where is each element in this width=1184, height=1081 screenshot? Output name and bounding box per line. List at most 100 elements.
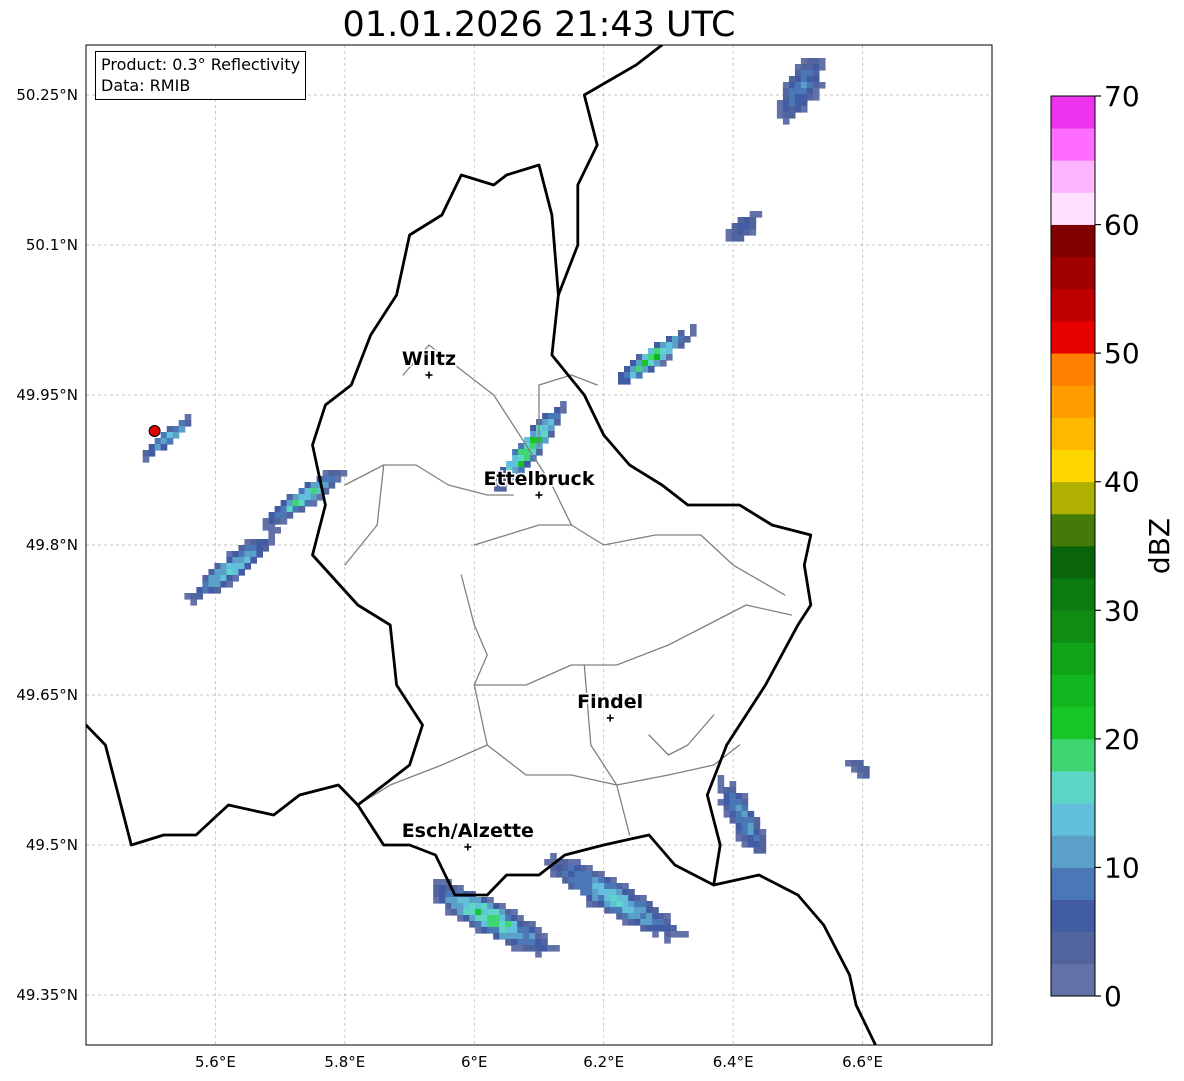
lat-tick-label: 49.8°N bbox=[26, 536, 78, 554]
echo-cell bbox=[759, 841, 767, 848]
echo-cell bbox=[286, 512, 294, 519]
colorbar-segment bbox=[1051, 610, 1095, 643]
echo-cell bbox=[574, 883, 581, 890]
echo-cell bbox=[646, 925, 653, 932]
echo-cell bbox=[262, 524, 270, 531]
echo-cell bbox=[604, 877, 611, 884]
echo-cell bbox=[634, 895, 641, 902]
echo-cell bbox=[322, 482, 330, 489]
echo-cell bbox=[788, 100, 796, 107]
echo-cell bbox=[735, 805, 743, 812]
echo-cell bbox=[154, 444, 162, 451]
echo-cell bbox=[598, 895, 605, 902]
echo-cell bbox=[268, 524, 276, 531]
echo-cell bbox=[741, 793, 749, 800]
echo-cell bbox=[451, 897, 458, 904]
echo-cell bbox=[664, 913, 671, 920]
echo-cell bbox=[556, 871, 563, 878]
echo-cell bbox=[598, 883, 605, 890]
echo-cell bbox=[517, 927, 524, 934]
colorbar-segment bbox=[1051, 481, 1095, 515]
echo-cell bbox=[512, 461, 519, 468]
colorbar-tick-label: 50 bbox=[1104, 337, 1140, 370]
echo-cell bbox=[475, 915, 482, 922]
echo-cell bbox=[226, 581, 233, 588]
echo-cell bbox=[292, 500, 300, 507]
product-label: Product: 0.3° Reflectivity bbox=[101, 55, 301, 74]
echo-cell bbox=[634, 913, 641, 920]
echo-cell bbox=[660, 360, 667, 367]
echo-cell bbox=[523, 939, 530, 946]
echo-cell bbox=[743, 223, 751, 230]
echo-cell bbox=[598, 877, 605, 884]
echo-cell bbox=[487, 927, 494, 934]
echo-cell bbox=[660, 354, 667, 361]
echo-cell bbox=[812, 70, 820, 77]
echo-cell bbox=[214, 575, 221, 582]
echo-cell bbox=[622, 919, 629, 926]
echo-cell bbox=[604, 901, 611, 908]
echo-cell bbox=[652, 907, 659, 914]
colorbar: 0 10 20 30 40 50 60 70 dBZ bbox=[1050, 80, 1176, 1013]
colorbar-segment bbox=[1051, 642, 1095, 675]
echo-cell bbox=[741, 829, 749, 836]
echo-cell bbox=[463, 897, 470, 904]
echo-cell bbox=[328, 470, 336, 477]
echo-cell bbox=[268, 539, 275, 546]
echo-cell bbox=[562, 859, 569, 866]
echo-cell bbox=[806, 88, 814, 95]
echo-cell bbox=[735, 799, 743, 806]
echo-cell bbox=[160, 432, 168, 439]
map-area[interactable]: Wiltz Ettelbruck Findel Esch/Alzette bbox=[86, 45, 992, 1045]
echo-cell bbox=[256, 545, 263, 552]
echo-cell bbox=[684, 336, 691, 343]
echo-cell bbox=[616, 907, 623, 914]
echo-cell bbox=[794, 64, 802, 71]
echo-cell bbox=[244, 539, 251, 546]
echo-cell bbox=[616, 889, 623, 896]
echo-cell bbox=[630, 372, 637, 379]
echo-cell bbox=[286, 500, 294, 507]
echo-cell bbox=[562, 871, 569, 878]
echo-cell bbox=[505, 933, 512, 940]
echo-cell bbox=[184, 420, 192, 427]
echo-cell bbox=[238, 551, 245, 558]
echo-cell bbox=[517, 921, 524, 928]
echo-cell bbox=[524, 455, 531, 462]
echo-cell bbox=[741, 811, 749, 818]
echo-cell bbox=[788, 94, 796, 101]
echo-cell bbox=[666, 354, 673, 361]
echo-cell bbox=[232, 569, 239, 576]
echo-cell bbox=[262, 545, 269, 552]
echo-cell bbox=[553, 945, 560, 952]
echo-cell bbox=[678, 330, 685, 337]
echo-cell bbox=[445, 897, 452, 904]
echo-cell bbox=[548, 425, 555, 432]
echo-cell bbox=[610, 907, 617, 914]
echo-cell bbox=[202, 575, 209, 582]
echo-cell bbox=[782, 118, 790, 125]
echo-cell bbox=[554, 407, 561, 414]
colorbar-segment bbox=[1051, 546, 1095, 579]
echo-cell bbox=[298, 494, 306, 501]
colorbar-segment bbox=[1051, 288, 1095, 322]
colorbar-segment bbox=[1051, 899, 1095, 933]
echo-cell bbox=[672, 342, 679, 349]
echo-cell bbox=[556, 865, 563, 872]
colorbar-segment bbox=[1051, 417, 1095, 450]
echo-cell bbox=[743, 229, 751, 236]
echo-cell bbox=[670, 931, 677, 938]
echo-cell bbox=[610, 895, 617, 902]
echo-cell bbox=[664, 931, 671, 938]
echo-cell bbox=[535, 939, 542, 946]
colorbar-segment bbox=[1051, 160, 1095, 193]
echo-cell bbox=[753, 823, 761, 830]
echo-cell bbox=[737, 229, 745, 236]
echo-cell bbox=[574, 877, 581, 884]
echo-cell bbox=[274, 518, 282, 525]
lat-tick-label: 49.65°N bbox=[16, 686, 78, 704]
echo-cell bbox=[517, 945, 524, 952]
echo-cell bbox=[666, 342, 673, 349]
echo-cell bbox=[592, 895, 599, 902]
echo-cell bbox=[433, 885, 440, 892]
